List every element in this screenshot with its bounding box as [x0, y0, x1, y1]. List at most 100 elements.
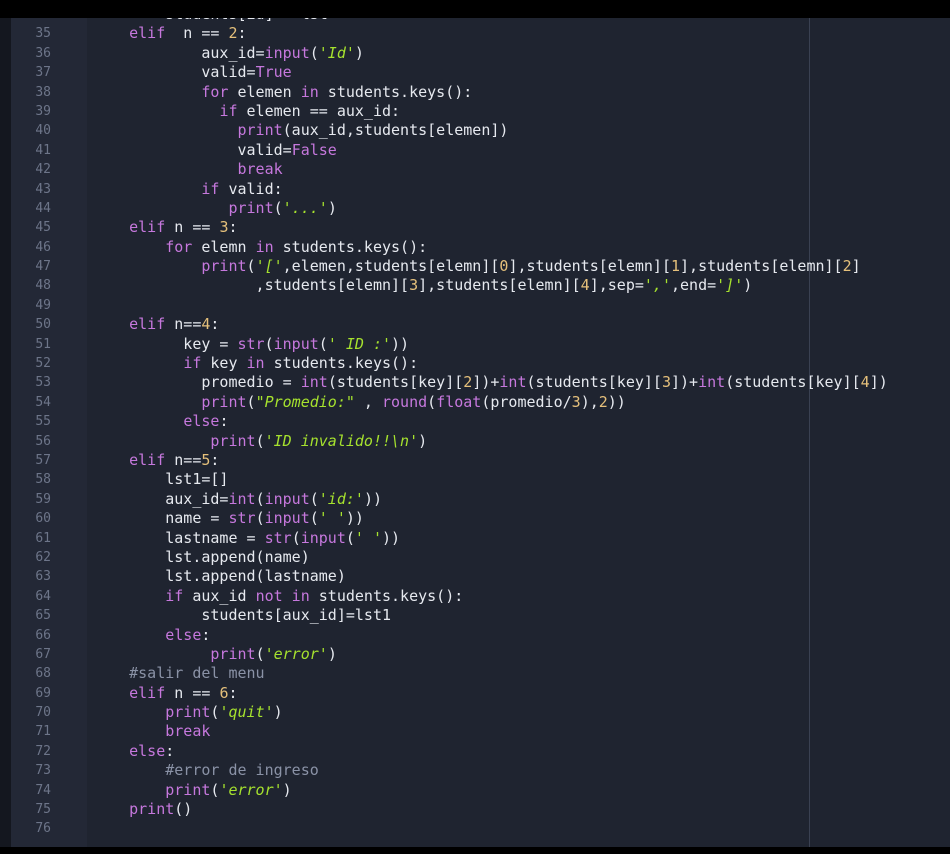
- code-line[interactable]: 42 break: [0, 160, 950, 179]
- code-line[interactable]: 51 key = str(input(' ID :')): [0, 335, 950, 354]
- code-text[interactable]: aux_id=input('Id'): [93, 44, 364, 63]
- code-line[interactable]: 56 print('ID invalido!!\n'): [0, 432, 950, 451]
- code-line[interactable]: 37 valid=True: [0, 63, 950, 82]
- code-text[interactable]: print('[',elemen,students[elemn][0],stud…: [93, 257, 860, 276]
- code-line[interactable]: 67 print('error'): [0, 645, 950, 664]
- code-line[interactable]: 35 elif n == 2:: [0, 24, 950, 43]
- code-text[interactable]: elif n==4:: [93, 315, 219, 334]
- code-token-builtin: input: [273, 334, 319, 353]
- code-token-comment: #salir del menu: [93, 664, 265, 683]
- code-editor[interactable]: 34 students[id] = lst35 elif n == 2:36 a…: [0, 18, 950, 847]
- code-text[interactable]: ,students[elemn][3],students[elemn][4],s…: [93, 276, 753, 295]
- code-line[interactable]: 50 elif n==4:: [0, 315, 950, 334]
- code-token-text: :: [201, 625, 211, 644]
- code-token-keyword: in: [255, 237, 274, 256]
- code-text[interactable]: break: [93, 160, 283, 179]
- code-line[interactable]: 57 elif n==5:: [0, 451, 950, 470]
- code-line[interactable]: 44 print('...'): [0, 199, 950, 218]
- code-line[interactable]: 47 print('[',elemen,students[elemn][0],s…: [0, 257, 950, 276]
- code-text[interactable]: elif n == 2:: [93, 24, 246, 43]
- code-text[interactable]: print('error'): [93, 781, 291, 800]
- code-token-text: n==: [165, 450, 202, 469]
- code-text[interactable]: elif n == 6:: [93, 684, 237, 703]
- code-line[interactable]: 52 if key in students.keys():: [0, 354, 950, 373]
- line-number: 64: [35, 588, 51, 604]
- code-line[interactable]: 70 print('quit'): [0, 703, 950, 722]
- line-number: 68: [35, 666, 51, 682]
- code-token-builtin: print: [210, 431, 256, 450]
- code-line[interactable]: 41 valid=False: [0, 141, 950, 160]
- code-text[interactable]: elif n==5:: [93, 451, 219, 470]
- code-line[interactable]: 66 else:: [0, 626, 950, 645]
- code-text[interactable]: print('...'): [93, 198, 336, 218]
- code-text[interactable]: print(aux_id,students[elemen]): [93, 121, 509, 140]
- code-text[interactable]: print("Promedio:" , round(float(promedio…: [93, 392, 625, 412]
- code-line[interactable]: 71 break: [0, 722, 950, 741]
- code-text[interactable]: valid=True: [93, 63, 291, 82]
- code-text[interactable]: lst.append(name): [93, 548, 310, 567]
- code-text[interactable]: students[aux_id]=lst1: [93, 606, 391, 625]
- code-line[interactable]: 62 lst.append(name): [0, 548, 950, 567]
- code-line[interactable]: 43 if valid:: [0, 180, 950, 199]
- code-token-builtin: print: [228, 198, 274, 217]
- code-line[interactable]: 76: [0, 819, 950, 838]
- code-text[interactable]: lst.append(lastname): [93, 567, 346, 586]
- code-text[interactable]: #error de ingreso: [93, 761, 319, 780]
- code-line[interactable]: 49: [0, 296, 950, 315]
- code-line[interactable]: 64 if aux_id not in students.keys():: [0, 587, 950, 606]
- code-text[interactable]: elif n == 3:: [93, 218, 237, 237]
- code-line[interactable]: 54 print("Promedio:" , round(float(prome…: [0, 393, 950, 412]
- code-text[interactable]: name = str(input(' ')): [93, 509, 364, 528]
- code-line[interactable]: 72 else:: [0, 742, 950, 761]
- code-line[interactable]: 53 promedio = int(students[key][2])+int(…: [0, 373, 950, 392]
- code-text[interactable]: #salir del menu: [93, 664, 265, 683]
- code-text[interactable]: if valid:: [93, 180, 282, 199]
- code-line[interactable]: 61 lastname = str(input(' ')): [0, 529, 950, 548]
- code-line[interactable]: 45 elif n == 3:: [0, 218, 950, 237]
- code-line[interactable]: 38 for elemen in students.keys():: [0, 83, 950, 102]
- code-text[interactable]: aux_id=int(input('id:')): [93, 490, 382, 509]
- code-lines[interactable]: 34 students[id] = lst35 elif n == 2:36 a…: [0, 18, 950, 839]
- code-line[interactable]: 46 for elemn in students.keys():: [0, 238, 950, 257]
- code-text[interactable]: if elemen == aux_id:: [93, 102, 400, 121]
- code-text[interactable]: print('ID invalido!!\n'): [93, 432, 427, 451]
- code-line[interactable]: 69 elif n == 6:: [0, 684, 950, 703]
- code-text[interactable]: lst1=[]: [93, 470, 228, 489]
- code-text[interactable]: else:: [93, 412, 228, 431]
- code-text[interactable]: promedio = int(students[key][2])+int(stu…: [93, 373, 887, 392]
- code-line[interactable]: 48 ,students[elemn][3],students[elemn][4…: [0, 276, 950, 295]
- code-text[interactable]: for elemn in students.keys():: [93, 238, 427, 257]
- code-line[interactable]: 58 lst1=[]: [0, 470, 950, 489]
- code-text[interactable]: if aux_id not in students.keys():: [93, 587, 463, 606]
- code-text[interactable]: lastname = str(input(' ')): [93, 529, 400, 548]
- code-line[interactable]: 55 else:: [0, 412, 950, 431]
- code-text[interactable]: for elemen in students.keys():: [93, 83, 472, 102]
- code-text[interactable]: break: [93, 722, 210, 741]
- code-token-text: (: [427, 392, 437, 411]
- code-line[interactable]: 65 students[aux_id]=lst1: [0, 606, 950, 625]
- code-line[interactable]: 39 if elemen == aux_id:: [0, 102, 950, 121]
- code-text[interactable]: else:: [93, 742, 174, 761]
- code-line[interactable]: 68 #salir del menu: [0, 664, 950, 683]
- code-line[interactable]: 63 lst.append(lastname): [0, 567, 950, 586]
- line-number: 47: [35, 259, 51, 275]
- code-line[interactable]: 60 name = str(input(' ')): [0, 509, 950, 528]
- code-token-text: ),: [580, 392, 599, 411]
- code-line[interactable]: 73 #error de ingreso: [0, 761, 950, 780]
- code-text[interactable]: valid=False: [93, 141, 336, 160]
- line-number: 54: [35, 394, 51, 410]
- code-line[interactable]: 36 aux_id=input('Id'): [0, 44, 950, 63]
- code-text[interactable]: key = str(input(' ID :')): [93, 335, 409, 354]
- code-line[interactable]: 59 aux_id=int(input('id:')): [0, 490, 950, 509]
- code-text[interactable]: print('quit'): [93, 703, 282, 722]
- code-text[interactable]: print('error'): [93, 645, 336, 664]
- code-text[interactable]: if key in students.keys():: [93, 354, 418, 373]
- code-line[interactable]: 75 print(): [0, 800, 950, 819]
- code-line[interactable]: 74 print('error'): [0, 781, 950, 800]
- code-line[interactable]: 40 print(aux_id,students[elemen]): [0, 121, 950, 140]
- code-text[interactable]: print(): [93, 800, 192, 819]
- code-text[interactable]: else:: [93, 626, 210, 645]
